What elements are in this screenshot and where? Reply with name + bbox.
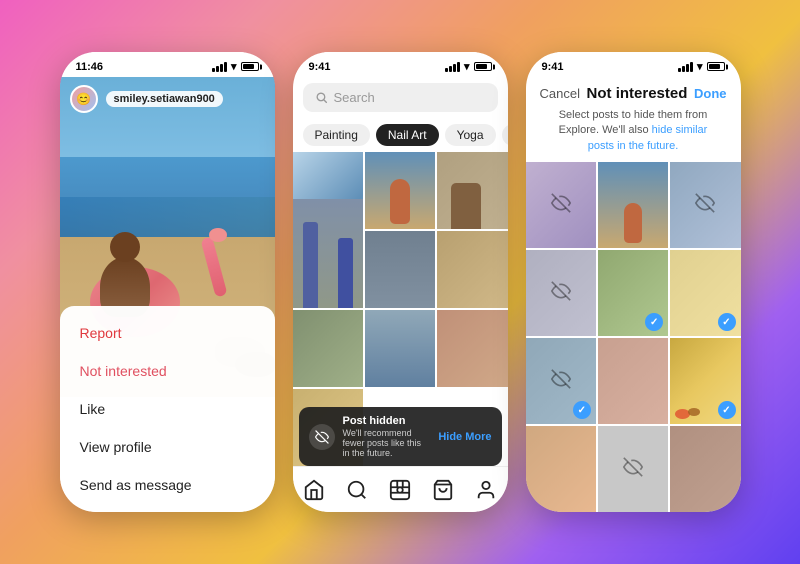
search-area: Search <box>293 77 508 118</box>
battery-icon <box>241 62 259 71</box>
time-2: 9:41 <box>309 61 331 73</box>
ni-cell-10[interactable] <box>526 426 596 512</box>
nav-profile[interactable] <box>474 478 498 502</box>
time-1: 11:46 <box>76 61 104 73</box>
avatar: 😊 <box>70 85 98 113</box>
grid-cell-2[interactable] <box>365 152 435 229</box>
nav-shop[interactable] <box>431 478 455 502</box>
tags-row: Painting Nail Art Yoga Base <box>293 118 508 152</box>
nav-home[interactable] <box>302 478 326 502</box>
story-username: smiley.setiawan900 <box>106 91 223 107</box>
ni-cell-7[interactable]: ✓ <box>526 338 596 424</box>
tag-painting[interactable]: Painting <box>303 124 370 146</box>
check-badge-7: ✓ <box>573 401 591 419</box>
ni-cell-4[interactable] <box>526 250 596 336</box>
ni-cell-8[interactable] <box>598 338 668 424</box>
tag-yoga[interactable]: Yoga <box>445 124 496 146</box>
eye-slash-icon <box>551 193 571 218</box>
not-interested-header: Cancel Not interested Done <box>526 77 741 108</box>
wifi-icon-2: ▾ <box>464 60 470 73</box>
status-bar-2: 9:41 ▾ <box>293 52 508 77</box>
time-3: 9:41 <box>542 61 564 73</box>
ni-cell-2[interactable] <box>598 162 668 248</box>
check-badge-6: ✓ <box>718 313 736 331</box>
hidden-post-toast: Post hidden We'll recommend fewer posts … <box>299 407 502 466</box>
grid-cell-8[interactable] <box>437 310 507 387</box>
story-user-bar: 😊 smiley.setiawan900 <box>60 85 275 113</box>
status-icons-1: ▾ <box>212 60 259 73</box>
eye-slash-icon-11 <box>623 457 643 482</box>
phone-3: 9:41 ▾ Cancel Not interested Done Select… <box>526 52 741 512</box>
context-menu: Report Not interested Like View profile … <box>60 306 275 512</box>
bottom-nav <box>293 466 508 512</box>
check-badge-9: ✓ <box>718 401 736 419</box>
toast-icon <box>309 424 335 450</box>
ni-cell-11[interactable] <box>598 426 668 512</box>
not-interested-subtitle: Select posts to hide them from Explore. … <box>526 108 741 162</box>
grid-cell-6[interactable] <box>293 310 363 387</box>
search-icon <box>315 91 328 104</box>
toast-title: Post hidden <box>343 415 431 427</box>
context-not-interested[interactable]: Not interested <box>60 352 275 390</box>
signal-icon-2 <box>445 62 460 72</box>
phone-1: 11:46 ▾ <box>60 52 275 512</box>
eye-slash-icon-4 <box>551 281 571 306</box>
ni-cell-6[interactable]: ✓ <box>670 250 740 336</box>
grid-cell-4[interactable] <box>365 231 435 308</box>
toast-text-area: Post hidden We'll recommend fewer posts … <box>343 415 431 458</box>
nav-reels[interactable] <box>388 478 412 502</box>
context-send-message[interactable]: Send as message <box>60 466 275 504</box>
grid-cell-5[interactable] <box>437 231 507 308</box>
tag-base[interactable]: Base <box>502 124 508 146</box>
subtitle-highlight: hide similar posts in the future. <box>588 124 708 151</box>
wifi-icon-3: ▾ <box>697 60 703 73</box>
context-like[interactable]: Like <box>60 390 275 428</box>
battery-icon-2 <box>474 62 492 71</box>
not-interested-title: Not interested <box>587 85 688 102</box>
ni-cell-3[interactable] <box>670 162 740 248</box>
status-bar-3: 9:41 ▾ <box>526 52 741 77</box>
wifi-icon: ▾ <box>231 60 237 73</box>
not-interested-grid: ✓ ✓ ✓ ✓ <box>526 162 741 512</box>
grid-cell-7[interactable] <box>365 310 435 387</box>
done-button[interactable]: Done <box>694 86 727 101</box>
battery-icon-3 <box>707 62 725 71</box>
context-view-profile[interactable]: View profile <box>60 428 275 466</box>
ni-cell-5[interactable]: ✓ <box>598 250 668 336</box>
ni-cell-9[interactable]: ✓ <box>670 338 740 424</box>
search-box[interactable]: Search <box>303 83 498 112</box>
eye-slash-icon-3 <box>695 193 715 218</box>
context-report[interactable]: Report <box>60 314 275 352</box>
toast-subtitle: We'll recommend fewer posts like this in… <box>343 428 431 458</box>
ni-cell-1[interactable] <box>526 162 596 248</box>
nav-search[interactable] <box>345 478 369 502</box>
phone-2: 9:41 ▾ Search Painting Nail Art Yoga <box>293 52 508 512</box>
toast-action-button[interactable]: Hide More <box>438 431 491 443</box>
status-icons-3: ▾ <box>678 60 725 73</box>
search-placeholder: Search <box>334 90 375 105</box>
status-bar-1: 11:46 ▾ <box>60 52 275 77</box>
grid-cell-1[interactable] <box>293 152 363 308</box>
ni-cell-12[interactable] <box>670 426 740 512</box>
signal-icon-3 <box>678 62 693 72</box>
signal-icon <box>212 62 227 72</box>
cancel-button[interactable]: Cancel <box>540 86 580 101</box>
tag-nail-art[interactable]: Nail Art <box>376 124 439 146</box>
grid-cell-3[interactable] <box>437 152 507 229</box>
status-icons-2: ▾ <box>445 60 492 73</box>
eye-slash-icon-7 <box>551 369 571 394</box>
